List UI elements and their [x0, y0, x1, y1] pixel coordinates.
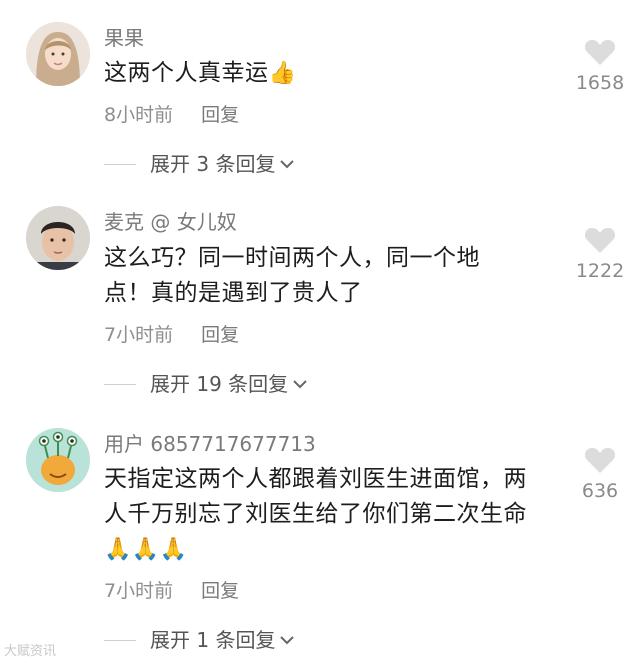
like-count: 1222 [575, 260, 625, 282]
heart-icon [584, 228, 616, 253]
like-button[interactable]: 1658 [560, 38, 640, 96]
comment-meta: 8小时前 回复 [104, 102, 239, 128]
reply-button[interactable]: 回复 [201, 104, 239, 126]
chevron-down-icon [280, 636, 295, 645]
expand-replies-label: 展开 19 条回复 [150, 372, 289, 396]
avatar[interactable] [26, 428, 90, 492]
like-count: 1658 [575, 72, 625, 94]
divider [104, 639, 136, 641]
chevron-down-icon [280, 160, 295, 169]
timestamp: 8小时前 [104, 104, 174, 126]
thumbs-up-icon: 👍 [268, 61, 297, 86]
username[interactable]: 果果 [104, 24, 144, 52]
expand-replies-label: 展开 1 条回复 [150, 628, 276, 652]
username[interactable]: 用户 6857717677713 [104, 430, 316, 458]
expand-replies-button[interactable]: 展开 19 条回复 [104, 370, 308, 398]
expand-replies-button[interactable]: 展开 3 条回复 [104, 150, 295, 178]
timestamp: 7小时前 [104, 324, 174, 346]
comment-text-body: 天指定这两个人都跟着刘医生进面馆，两人千万别忘了刘医生给了你们第二次生命 [104, 466, 527, 527]
comment-text-body: 这两个人真幸运 [104, 60, 269, 86]
comment-list: 果果 这两个人真幸运👍 8小时前 回复 1658 展开 3 条回复 麦克 @ 女… [0, 0, 640, 666]
like-button[interactable]: 1222 [560, 226, 640, 284]
comment-text: 天指定这两个人都跟着刘医生进面馆，两人千万别忘了刘医生给了你们第二次生命 🙏🙏🙏 [104, 462, 544, 567]
timestamp: 7小时前 [104, 580, 174, 602]
reply-button[interactable]: 回复 [201, 324, 239, 346]
divider [104, 163, 136, 165]
like-count: 636 [581, 480, 619, 502]
comment-text: 这两个人真幸运👍 [104, 56, 554, 91]
praying-hands-icon: 🙏🙏🙏 [104, 537, 188, 562]
comment-text-body: 这么巧？同一时间两个人，同一个地点！真的是遇到了贵人了 [104, 245, 480, 306]
heart-icon [584, 448, 616, 473]
reply-button[interactable]: 回复 [201, 580, 239, 602]
like-button[interactable]: 636 [560, 446, 640, 504]
username[interactable]: 麦克 @ 女儿奴 [104, 208, 237, 236]
divider [104, 383, 136, 385]
chevron-down-icon [293, 380, 307, 389]
expand-replies-label: 展开 3 条回复 [150, 152, 276, 176]
comment-meta: 7小时前 回复 [104, 322, 239, 348]
avatar[interactable] [26, 206, 90, 270]
comment-text: 这么巧？同一时间两个人，同一个地点！真的是遇到了贵人了 [104, 241, 524, 311]
expand-replies-button[interactable]: 展开 1 条回复 [104, 626, 295, 654]
comment-meta: 7小时前 回复 [104, 578, 239, 604]
avatar[interactable] [26, 22, 90, 86]
heart-icon [584, 40, 616, 65]
watermark: 大赋资讯 [4, 644, 57, 659]
